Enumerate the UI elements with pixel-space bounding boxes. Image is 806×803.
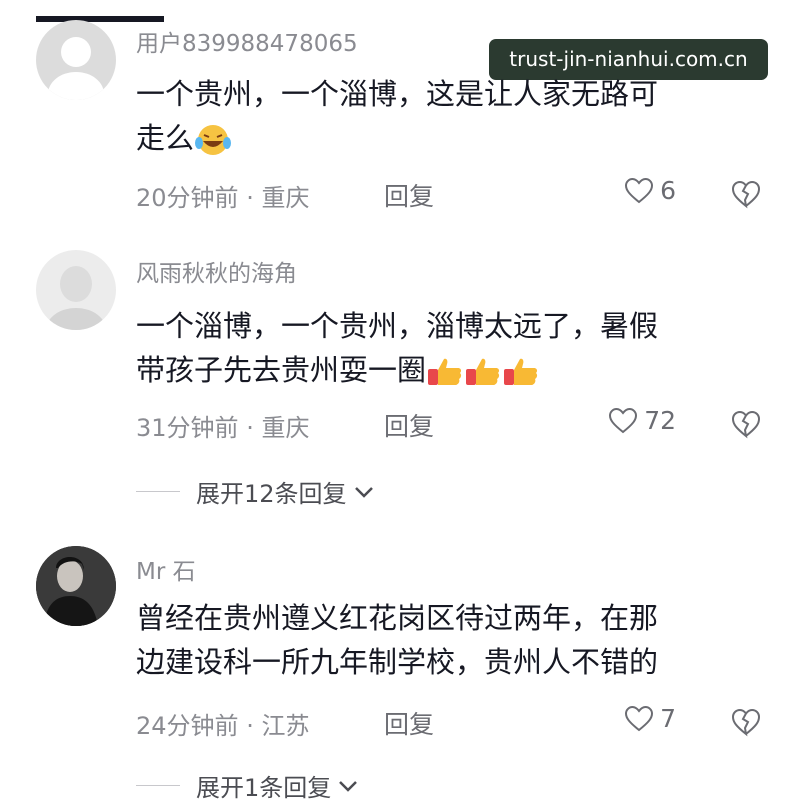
expand-replies-button[interactable]: 展开1条回复 (136, 768, 359, 803)
thumbs-up-emoji-icon (466, 358, 500, 385)
comment-text: 一个贵州，一个淄博，这是让人家无路可 走么 (136, 72, 766, 160)
meta-separator: · (246, 414, 254, 442)
laugh-cry-emoji-icon (195, 125, 232, 155)
expand-divider (136, 785, 180, 786)
like-button[interactable]: 7 (624, 704, 676, 733)
comment-text-line-2: 边建设科一所九年制学校，贵州人不错的 (136, 645, 659, 679)
expand-replies-button[interactable]: 展开12条回复 (136, 474, 375, 509)
comment-username[interactable]: Mr 石 (136, 552, 196, 586)
comment-time: 24分钟前 (136, 712, 239, 740)
like-count: 7 (660, 704, 676, 733)
reply-button[interactable]: 回复 (384, 705, 434, 741)
comment-location: 重庆 (261, 414, 310, 442)
thumbs-up-emoji-icon (428, 358, 462, 385)
default-avatar-icon (48, 37, 104, 100)
like-count: 6 (660, 176, 676, 205)
comment-text-line: 曾经在贵州遵义红花岗区待过两年，在那 (136, 601, 659, 635)
comment-meta: 24分钟前 · 江苏 (136, 706, 309, 741)
expand-replies-label: 展开1条回复 (196, 774, 332, 802)
comment-text: 一个淄博，一个贵州，淄博太远了，暑假 带孩子先去贵州耍一圈 (136, 304, 766, 392)
comment-username[interactable]: 风雨秋秋的海角 (136, 254, 297, 288)
thumbs-up-emoji-icon (504, 358, 538, 385)
meta-separator: · (246, 712, 254, 740)
dislike-broken-heart-icon[interactable] (730, 178, 762, 210)
avatar[interactable] (36, 20, 116, 100)
heart-icon (625, 177, 654, 203)
comment-username[interactable]: 用户8399884780​65 (136, 24, 358, 58)
chevron-down-icon (339, 780, 358, 792)
dislike-broken-heart-icon[interactable] (730, 706, 762, 738)
dislike-broken-heart-icon[interactable] (730, 408, 762, 440)
comment-location: 重庆 (261, 184, 310, 212)
avatar[interactable] (36, 250, 116, 330)
meta-separator: · (246, 184, 254, 212)
avatar-photo-icon (36, 546, 116, 626)
like-button[interactable]: 72 (608, 406, 676, 435)
top-bar (36, 16, 164, 22)
reply-button[interactable]: 回复 (384, 177, 434, 213)
like-button[interactable]: 6 (624, 176, 676, 205)
comment-time: 31分钟前 (136, 414, 239, 442)
heart-icon (625, 705, 654, 731)
heart-icon (609, 407, 638, 433)
avatar[interactable] (36, 546, 116, 626)
expand-replies-label: 展开12条回复 (196, 480, 347, 508)
chevron-down-icon (354, 486, 373, 498)
comment-text-line-2: 带孩子先去贵州耍一圈 (136, 348, 766, 392)
comment-text: 曾经在贵州遵义红花岗区待过两年，在那 边建设科一所九年制学校，贵州人不错的 (136, 596, 766, 684)
avatar-image-icon (46, 266, 106, 330)
expand-divider (136, 491, 180, 492)
comment-text-line-2: 走么 (136, 116, 766, 160)
like-count: 72 (644, 406, 676, 435)
comment-meta: 20分钟前 · 重庆 (136, 178, 309, 213)
reply-button[interactable]: 回复 (384, 407, 434, 443)
comment-text-line: 一个贵州，一个淄博，这是让人家无路可 (136, 77, 659, 111)
comment-time: 20分钟前 (136, 184, 239, 212)
comment-meta: 31分钟前 · 重庆 (136, 408, 309, 443)
comment-location: 江苏 (261, 712, 310, 740)
comment-text-line: 一个淄博，一个贵州，淄博太远了，暑假 (136, 309, 659, 343)
